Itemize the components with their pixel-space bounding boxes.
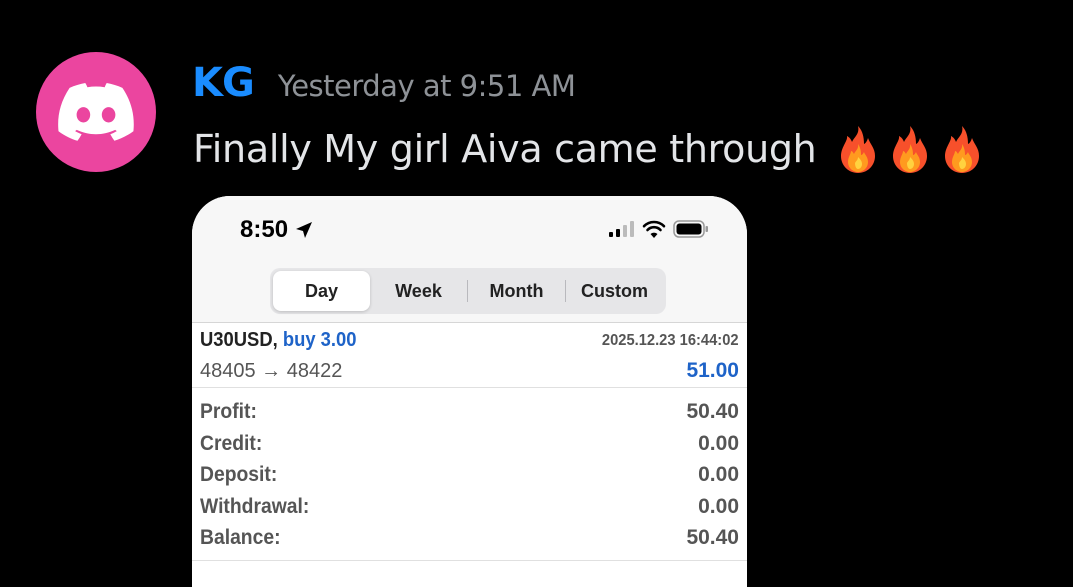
signal-icon <box>609 221 634 237</box>
deal-datetime: 2025.12.23 16:44:02 <box>602 332 739 349</box>
summary-value: 0.00 <box>698 463 739 486</box>
emoji-group <box>834 124 986 174</box>
status-time: 8:50 <box>240 216 314 244</box>
tab-month[interactable]: Month <box>468 271 565 311</box>
author-name[interactable]: KG <box>192 60 255 106</box>
status-time-text: 8:50 <box>240 216 289 243</box>
deal-action: buy 3.00 <box>282 329 357 351</box>
summary-row-profit: Profit: 50.40 <box>192 396 747 428</box>
deal-symbol-text: U30USD, <box>200 329 278 351</box>
tab-week[interactable]: Week <box>370 271 467 311</box>
discord-message-view: KG Yesterday at 9:51 AM Finally My girl … <box>0 0 1073 587</box>
segmented-control: Day Week Month Custom <box>270 268 666 314</box>
discord-logo-icon <box>58 83 134 141</box>
deal-symbol: U30USD, buy 3.00 <box>200 329 356 352</box>
deal-profit: 51.00 <box>686 359 739 382</box>
summary-row-balance: Balance: 50.40 <box>192 522 747 554</box>
fire-emoji-icon <box>938 124 986 174</box>
summary-row-credit: Credit: 0.00 <box>192 428 747 460</box>
summary-label: Deposit: <box>200 463 278 486</box>
summary-value: 0.00 <box>698 431 739 455</box>
message-header: KG Yesterday at 9:51 AM <box>192 60 576 106</box>
tab-custom[interactable]: Custom <box>566 271 663 311</box>
summary-label: Credit: <box>200 431 263 455</box>
wifi-icon <box>642 220 666 238</box>
status-icons <box>609 220 709 238</box>
deal-prices: 48405 → 48422 <box>200 360 343 382</box>
phone-status-bar: 8:50 <box>192 196 747 266</box>
tab-day[interactable]: Day <box>273 271 370 311</box>
avatar[interactable] <box>36 52 156 172</box>
summary-value: 50.40 <box>686 526 739 549</box>
summary-row-deposit: Deposit: 0.00 <box>192 459 747 491</box>
summary-list: Profit: 50.40 Credit: 0.00 Deposit: 0.00… <box>192 388 747 561</box>
fire-emoji-icon <box>886 124 934 174</box>
history-content: U30USD, buy 3.00 2025.12.23 16:44:02 484… <box>192 323 747 561</box>
location-arrow-icon <box>296 222 313 238</box>
summary-value: 50.40 <box>686 400 739 423</box>
period-tab-bar: Day Week Month Custom <box>192 258 747 323</box>
summary-label: Withdrawal: <box>200 494 310 518</box>
deal-row[interactable]: U30USD, buy 3.00 2025.12.23 16:44:02 <box>192 323 747 355</box>
message-content: Finally My girl Aiva came through <box>193 124 986 174</box>
fire-emoji-icon <box>834 124 882 174</box>
image-attachment[interactable]: 8:50 Day Week Month Custom U30USD, buy 3… <box>192 196 747 587</box>
message-text: Finally My girl Aiva came through <box>193 127 817 171</box>
summary-row-withdrawal: Withdrawal: 0.00 <box>192 491 747 523</box>
message-timestamp: Yesterday at 9:51 AM <box>277 69 576 103</box>
summary-value: 0.00 <box>698 494 739 518</box>
battery-icon <box>673 220 708 238</box>
summary-label: Balance: <box>200 526 281 549</box>
deal-row-detail[interactable]: 48405 → 48422 51.00 <box>192 355 747 388</box>
summary-label: Profit: <box>200 400 257 423</box>
